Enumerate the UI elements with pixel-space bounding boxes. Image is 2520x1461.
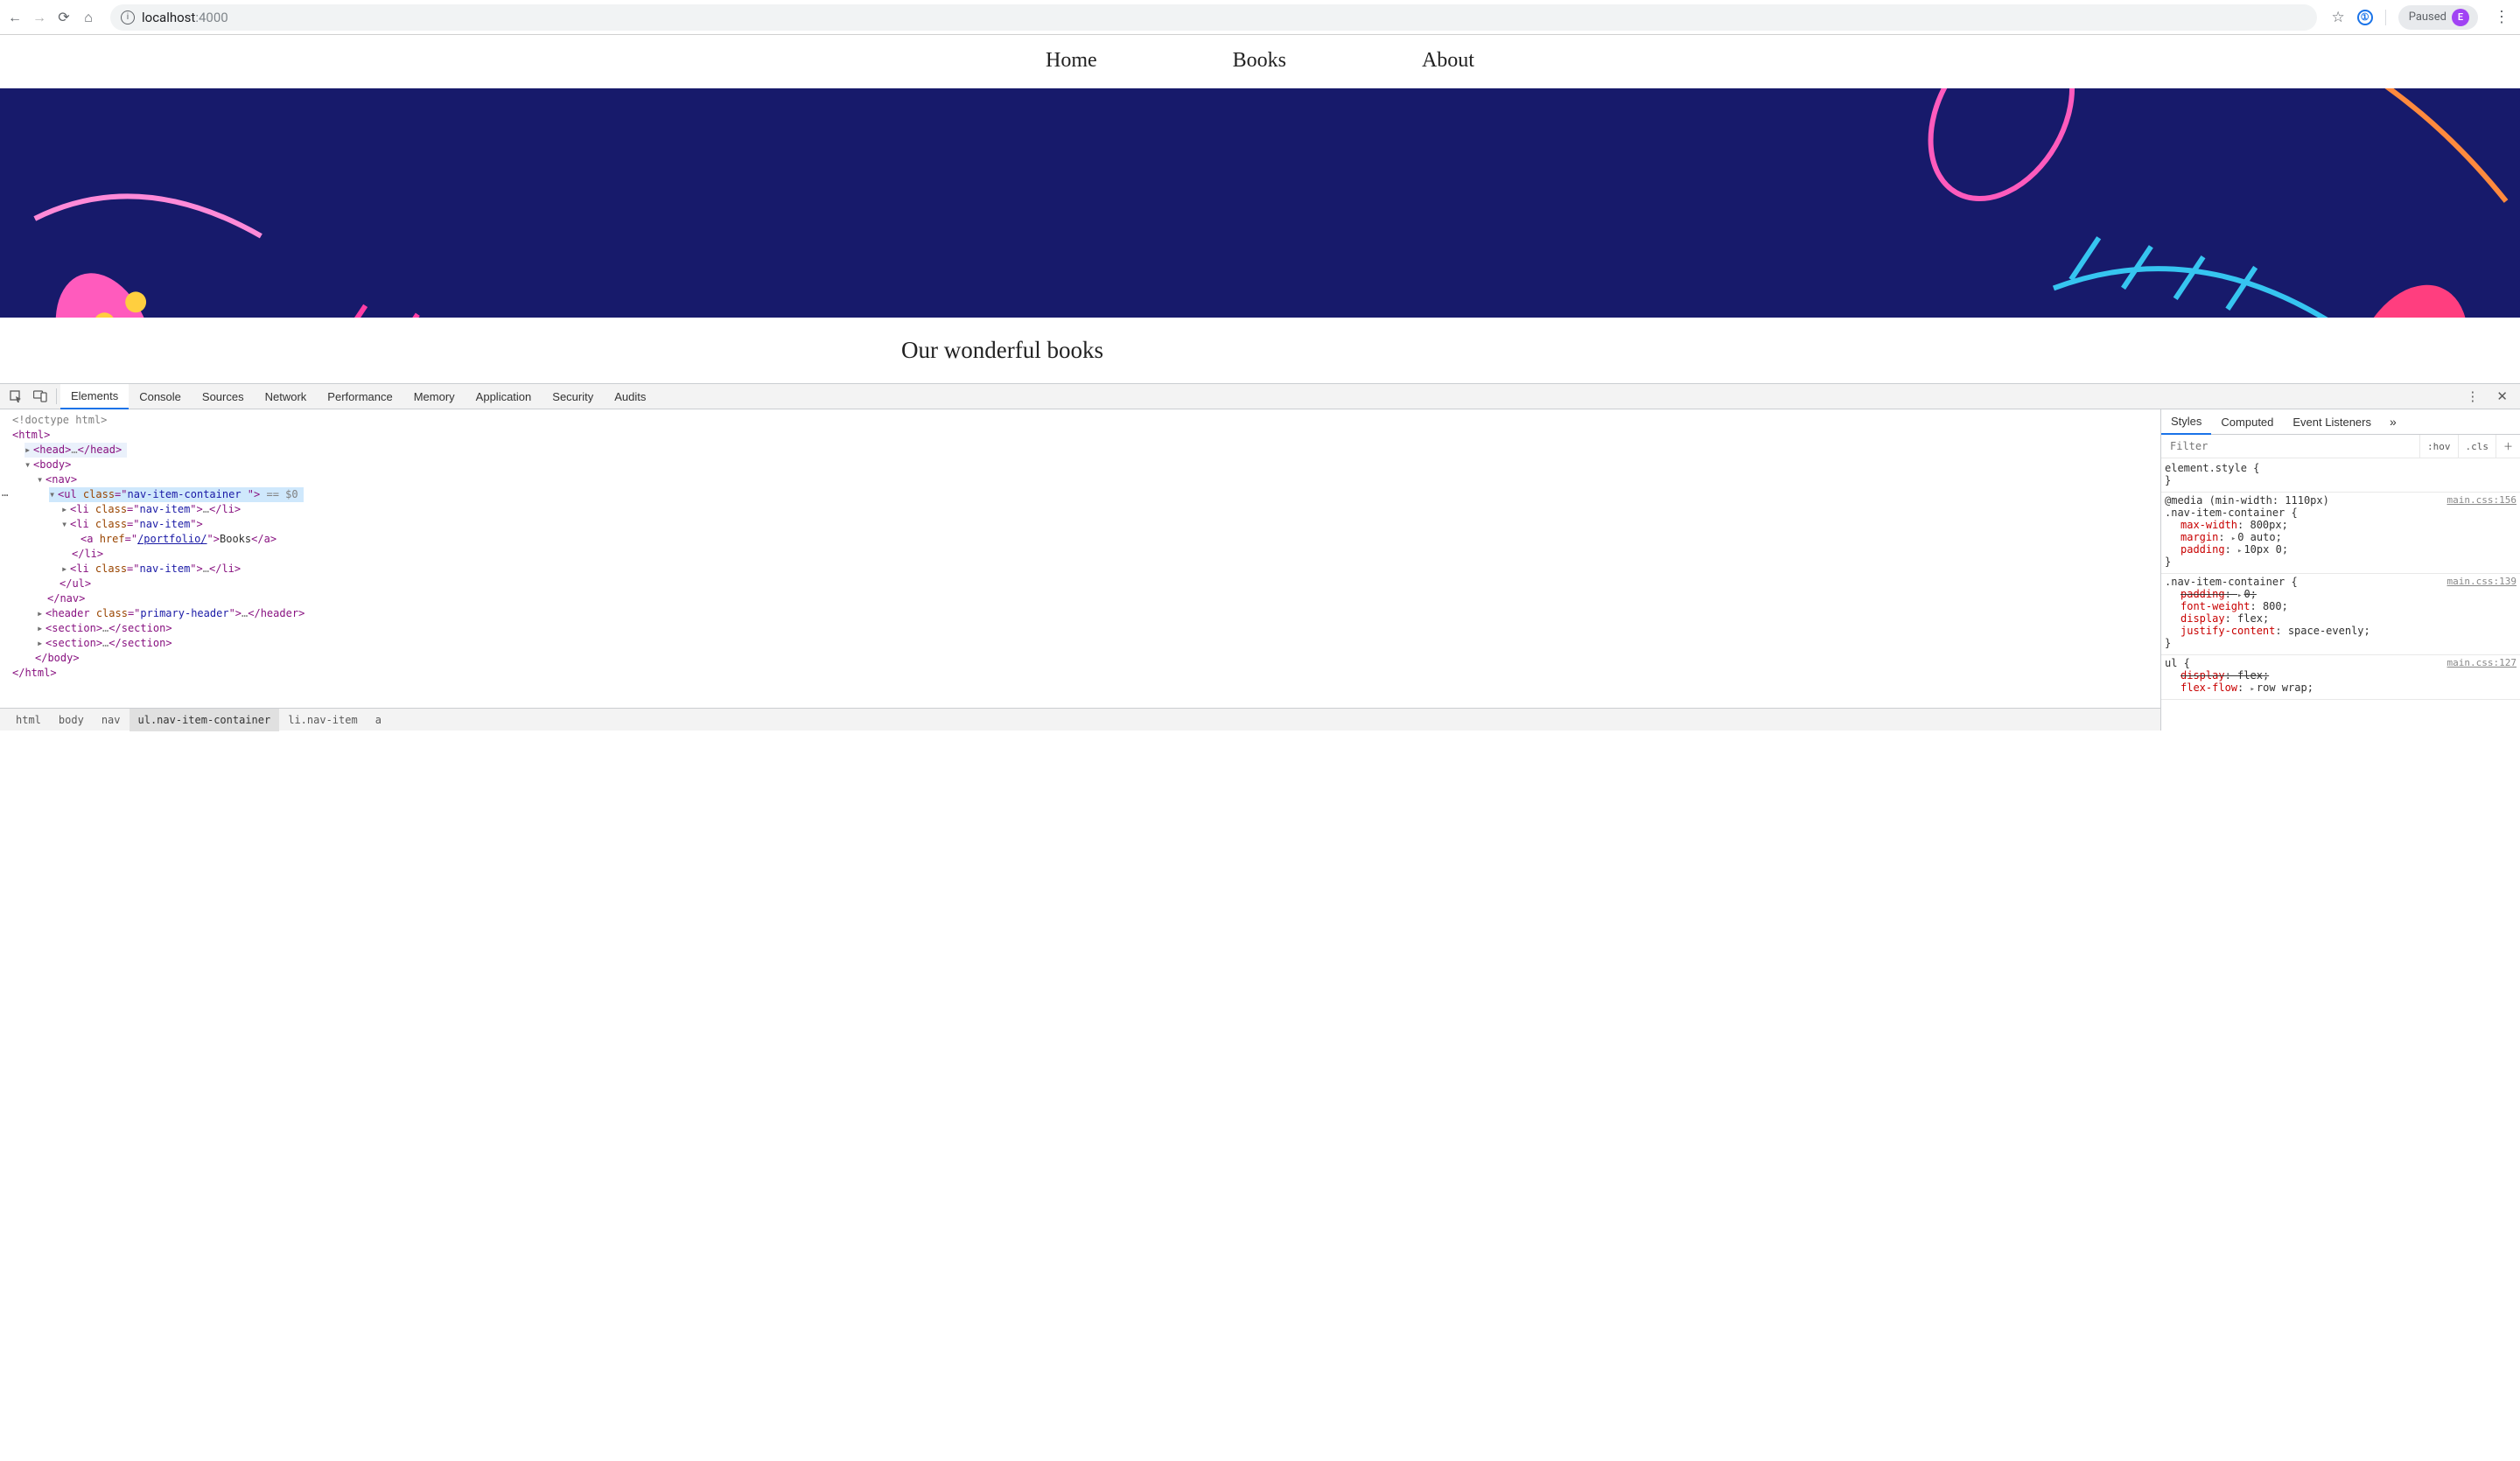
extension-icon[interactable]: ① <box>2357 10 2373 25</box>
tab-application[interactable]: Application <box>466 384 542 409</box>
tab-memory[interactable]: Memory <box>403 384 466 409</box>
cls-toggle[interactable]: .cls <box>2458 435 2496 458</box>
tab-performance[interactable]: Performance <box>317 384 402 409</box>
tab-styles[interactable]: Styles <box>2161 409 2211 435</box>
site-nav: Home Books About <box>910 35 1610 88</box>
styles-tabbar: Styles Computed Event Listeners » <box>2161 409 2520 435</box>
rule-source-link[interactable]: main.css:156 <box>2447 494 2516 506</box>
separator <box>2385 10 2386 25</box>
nav-link-home[interactable]: Home <box>1046 49 1097 73</box>
rule-1[interactable]: main.css:156 @media (min-width: 1110px) … <box>2161 493 2520 574</box>
avatar: E <box>2452 9 2469 26</box>
bookmark-star-icon[interactable]: ☆ <box>2331 9 2344 26</box>
home-icon[interactable]: ⌂ <box>80 10 96 25</box>
tab-computed[interactable]: Computed <box>2211 409 2283 435</box>
browser-toolbar: ← → ⟳ ⌂ i localhost:4000 ☆ ① Paused E ⋮ <box>0 0 2520 35</box>
device-toolbar-icon[interactable] <box>28 384 52 409</box>
devtools-body: ⋯ <!doctype html> <html> ▸<head>…</head>… <box>0 409 2520 730</box>
styles-filter-input[interactable] <box>2168 439 2419 453</box>
main-content: Our wonderful books <box>901 318 1619 383</box>
profile-pill[interactable]: Paused E <box>2398 5 2478 30</box>
styles-filter-row: :hov .cls ＋ <box>2161 435 2520 458</box>
elements-panel: ⋯ <!doctype html> <html> ▸<head>…</head>… <box>0 409 2160 730</box>
tab-event-listeners[interactable]: Event Listeners <box>2283 409 2381 435</box>
kebab-menu-icon[interactable]: ⋮ <box>2490 8 2513 26</box>
address-bar[interactable]: i localhost:4000 <box>110 4 2317 31</box>
bc-body[interactable]: body <box>50 709 93 731</box>
tab-elements[interactable]: Elements <box>60 384 129 409</box>
rule-source-link[interactable]: main.css:127 <box>2447 657 2516 668</box>
separator <box>56 388 57 404</box>
bc-ul[interactable]: ul.nav-item-container <box>130 709 280 731</box>
styles-panel: Styles Computed Event Listeners » :hov .… <box>2160 409 2520 730</box>
inspect-element-icon[interactable] <box>4 384 28 409</box>
tab-sources[interactable]: Sources <box>192 384 255 409</box>
url-text: localhost:4000 <box>142 10 228 25</box>
rule-element-style[interactable]: element.style { } <box>2161 460 2520 493</box>
page-heading: Our wonderful books <box>901 337 1619 364</box>
kebab-menu-icon[interactable]: ⋮ <box>2457 388 2488 404</box>
devtools-tabbar: Elements Console Sources Network Perform… <box>0 384 2520 409</box>
toolbar-right: ☆ ① Paused E ⋮ <box>2331 5 2513 30</box>
rule-source-link[interactable]: main.css:139 <box>2447 576 2516 587</box>
dom-breadcrumb[interactable]: html body nav ul.nav-item-container li.n… <box>0 708 2160 730</box>
rule-2[interactable]: main.css:139 .nav-item-container { paddi… <box>2161 574 2520 655</box>
bc-nav[interactable]: nav <box>93 709 130 731</box>
hero-pattern <box>0 88 2520 318</box>
paused-label: Paused <box>2409 10 2446 24</box>
nav-link-about[interactable]: About <box>1422 49 1474 73</box>
tab-security[interactable]: Security <box>542 384 604 409</box>
gutter-ellipsis-icon[interactable]: ⋯ <box>2 489 8 501</box>
bc-li[interactable]: li.nav-item <box>279 709 366 731</box>
devtools: Elements Console Sources Network Perform… <box>0 383 2520 730</box>
new-rule-icon[interactable]: ＋ <box>2496 435 2520 458</box>
rule-3[interactable]: main.css:127 ul { display: flex; flex-fl… <box>2161 655 2520 700</box>
nav-link-books[interactable]: Books <box>1233 49 1286 73</box>
tab-console[interactable]: Console <box>129 384 192 409</box>
reload-icon[interactable]: ⟳ <box>56 10 72 25</box>
more-tabs-icon[interactable]: » <box>2381 415 2405 429</box>
tab-audits[interactable]: Audits <box>604 384 656 409</box>
page-viewport: Home Books About SILVER OAK PRESS <box>0 35 2520 383</box>
hero-banner: SILVER OAK PRESS NEW FICTION, DISCOVERED <box>0 88 2520 318</box>
bc-html[interactable]: html <box>7 709 50 731</box>
close-devtools-icon[interactable]: ✕ <box>2488 388 2516 404</box>
back-icon[interactable]: ← <box>7 10 23 25</box>
tab-network[interactable]: Network <box>255 384 318 409</box>
styles-body[interactable]: element.style { } main.css:156 @media (m… <box>2161 458 2520 730</box>
bc-a[interactable]: a <box>367 709 390 731</box>
forward-icon[interactable]: → <box>32 10 47 25</box>
hov-toggle[interactable]: :hov <box>2419 435 2458 458</box>
dom-tree[interactable]: <!doctype html> <html> ▸<head>…</head> ▾… <box>0 409 2160 708</box>
site-info-icon[interactable]: i <box>121 10 135 24</box>
dom-doctype: <!doctype html> <box>12 414 107 426</box>
